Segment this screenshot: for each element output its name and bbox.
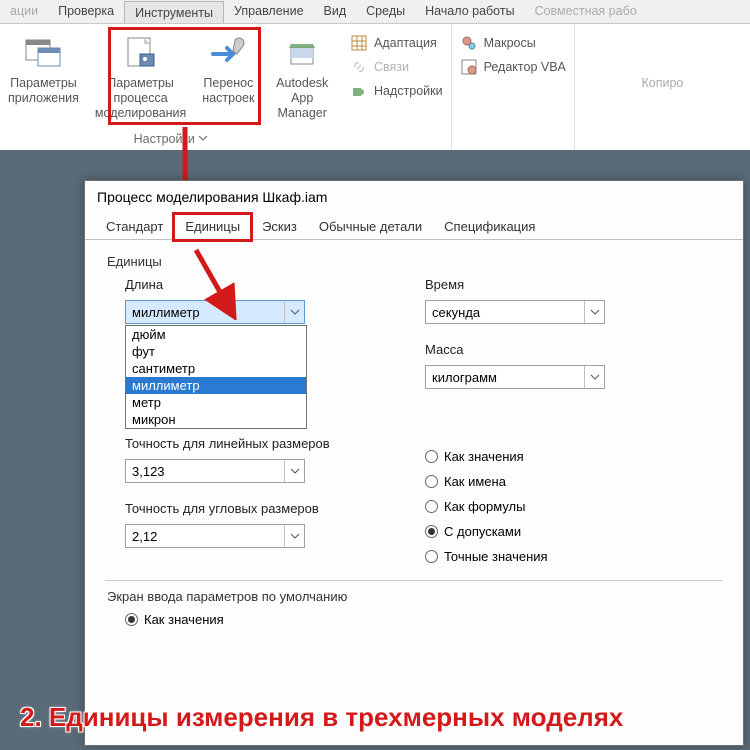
menu-item[interactable]: Среды [356,0,415,23]
addons-button[interactable]: Надстройки [350,80,443,102]
vba-editor-button[interactable]: Редактор VBA [460,56,566,78]
length-option[interactable]: метр [126,394,306,411]
modeling-process-parameters-label: Параметры процесса моделирования [95,76,186,121]
dialog-tabbar: Стандарт Единицы Эскиз Обычные детали Сп… [85,213,743,240]
menu-item[interactable]: Проверка [48,0,124,23]
transfer-settings-label: Перенос настроек [202,76,254,106]
length-combo[interactable]: миллиметр дюйм фут сантиметр миллиметр м… [125,300,305,324]
default-input-label: Экран ввода параметров по умолчанию [107,589,723,604]
code-gear-icon [460,58,478,76]
length-label: Длина [125,277,385,292]
chevron-down-icon[interactable] [284,460,304,482]
menu-item[interactable]: Управление [224,0,314,23]
transfer-settings-button[interactable]: Перенос настроек [194,30,262,121]
macros-button[interactable]: Макросы [460,32,566,54]
radio-with-tolerances[interactable]: С допусками [425,524,685,539]
radio-as-formulas[interactable]: Как формулы [425,499,685,514]
app-parameters-button[interactable]: Параметры приложения [0,30,87,121]
time-label: Время [425,277,685,292]
units-group-label: Единицы [107,254,723,269]
mass-combo-value: килограмм [432,370,497,385]
menu-item-active[interactable]: Инструменты [124,1,224,23]
copy-icon [642,34,682,72]
document-gear-icon [121,34,161,72]
menu-item[interactable]: ации [0,0,48,23]
angular-precision-value: 2,12 [132,529,157,544]
tab-sketch[interactable]: Эскиз [251,214,308,240]
tab-standard[interactable]: Стандарт [95,214,174,240]
menu-item[interactable]: Начало работы [415,0,524,23]
autodesk-app-manager-label: Autodesk App Manager [270,76,334,121]
time-combo-value: секунда [432,305,480,320]
wrench-arrow-icon [208,34,248,72]
grid-icon [350,34,368,52]
menu-bar: ации Проверка Инструменты Управление Вид… [0,0,750,24]
time-combo[interactable]: секунда [425,300,605,324]
linear-precision-combo[interactable]: 3,123 [125,459,305,483]
length-option[interactable]: микрон [126,411,306,428]
tab-common-parts[interactable]: Обычные детали [308,214,433,240]
store-icon [282,34,322,72]
display-mode-radios: Как значения Как имена Как формулы С доп… [425,449,685,564]
menu-item[interactable]: Вид [314,0,357,23]
length-dropdown: дюйм фут сантиметр миллиметр метр микрон [125,325,307,429]
copy-button: Копиро [634,30,692,91]
autodesk-app-manager-button[interactable]: Autodesk App Manager [262,30,342,121]
chevron-down-icon[interactable] [284,301,304,323]
tab-units[interactable]: Единицы [174,214,251,240]
modeling-process-dialog: Процесс моделирования Шкаф.iam Стандарт … [84,180,744,746]
length-option[interactable]: фут [126,343,306,360]
length-option-selected[interactable]: миллиметр [126,377,306,394]
angular-precision-label: Точность для угловых размеров [125,501,385,516]
chevron-down-icon[interactable] [584,366,604,388]
dialog-title: Процесс моделирования Шкаф.iam [85,181,743,213]
length-option[interactable]: сантиметр [126,360,306,377]
chevron-down-icon[interactable] [198,133,208,143]
tab-bom[interactable]: Спецификация [433,214,546,240]
angular-precision-combo[interactable]: 2,12 [125,524,305,548]
radio-as-values[interactable]: Как значения [425,449,685,464]
mass-combo[interactable]: килограмм [425,365,605,389]
length-option[interactable]: дюйм [126,326,306,343]
puzzle-icon [350,82,368,100]
ribbon: Параметры приложения Параметры процесса … [0,24,750,150]
links-button: Связи [350,56,443,78]
gears-icon [460,34,478,52]
chain-icon [350,58,368,76]
linear-precision-label: Точность для линейных размеров [125,436,385,451]
length-combo-value: миллиметр [132,305,200,320]
app-parameters-label: Параметры приложения [8,76,79,106]
window-icon [23,34,63,72]
radio-default-as-values[interactable]: Как значения [125,612,723,627]
mass-label: Масса [425,342,685,357]
panel-label: Настройки [134,132,195,146]
customization-button[interactable]: Адаптация [350,32,443,54]
linear-precision-value: 3,123 [132,464,165,479]
chevron-down-icon[interactable] [584,301,604,323]
radio-exact-values[interactable]: Точные значения [425,549,685,564]
menu-item[interactable]: Совместная рабо [525,0,647,23]
modeling-process-parameters-button[interactable]: Параметры процесса моделирования [87,30,194,121]
chevron-down-icon[interactable] [284,525,304,547]
radio-as-names[interactable]: Как имена [425,474,685,489]
